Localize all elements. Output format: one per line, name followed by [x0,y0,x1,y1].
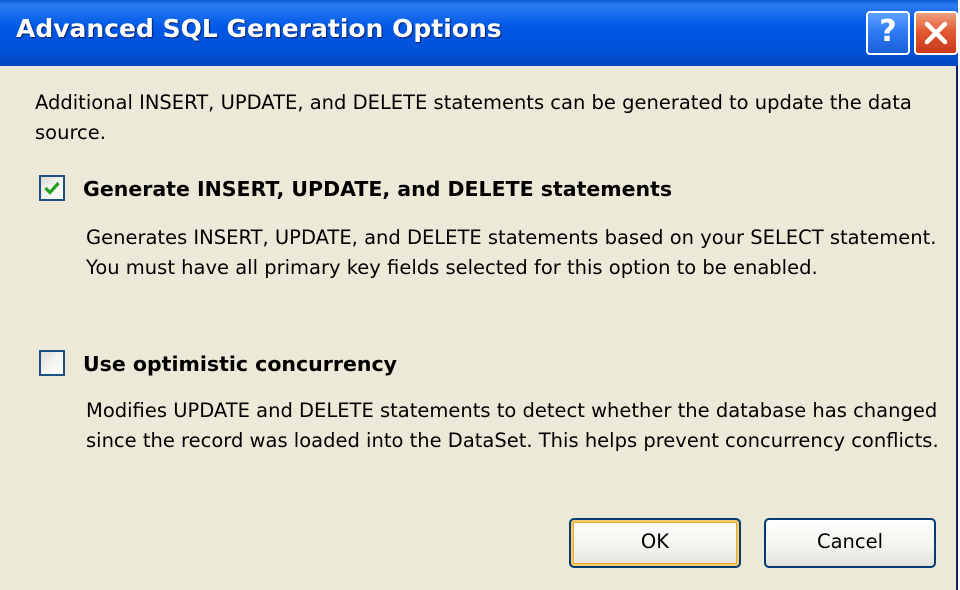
optimistic-concurrency-description: Modifies UPDATE and DELETE statements to… [86,399,939,452]
title-bar[interactable]: Advanced SQL Generation Options ? [0,0,958,66]
cancel-button[interactable]: Cancel [764,518,936,568]
help-icon: ? [879,14,897,49]
advanced-sql-options-dialog: Advanced SQL Generation Options ? Additi… [0,0,958,590]
close-button[interactable] [914,11,958,55]
close-icon [924,21,948,45]
optimistic-concurrency-label[interactable]: Use optimistic concurrency [83,349,397,379]
dialog-title: Advanced SQL Generation Options [16,14,502,43]
optimistic-concurrency-checkbox[interactable] [39,350,65,376]
intro-text: Additional INSERT, UPDATE, and DELETE st… [35,91,912,144]
ok-button[interactable]: OK [569,518,741,568]
generate-statements-description: Generates INSERT, UPDATE, and DELETE sta… [86,226,937,279]
generate-statements-label[interactable]: Generate INSERT, UPDATE, and DELETE stat… [83,174,672,204]
check-icon [44,181,60,195]
help-button[interactable]: ? [866,11,910,55]
generate-statements-checkbox[interactable] [39,175,65,201]
